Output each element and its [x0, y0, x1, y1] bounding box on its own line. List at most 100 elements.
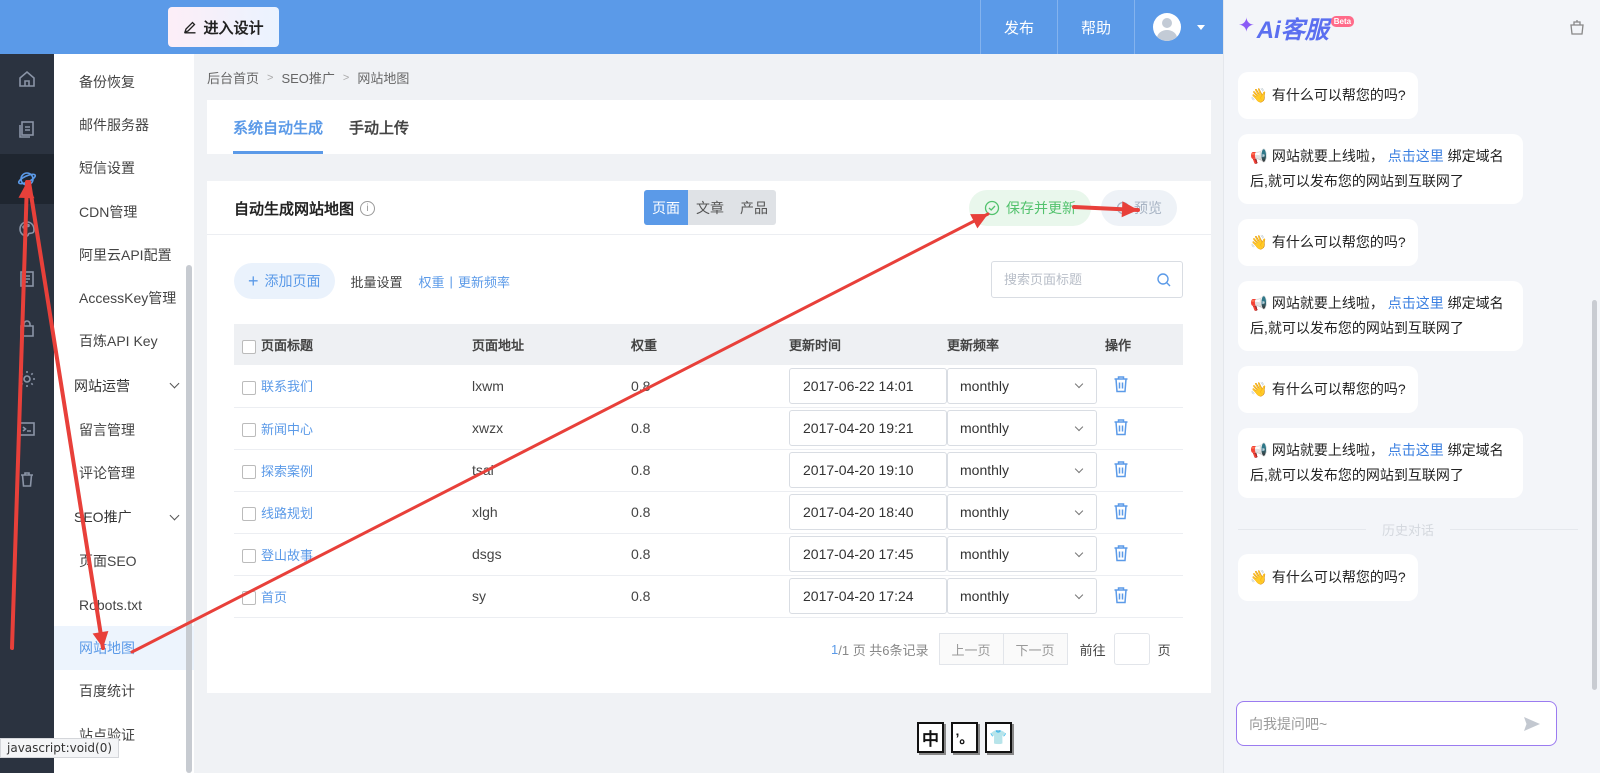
select-all-checkbox[interactable]	[242, 339, 256, 354]
row-checkbox[interactable]	[242, 590, 256, 605]
search-icon[interactable]	[1156, 272, 1172, 288]
user-menu[interactable]	[1134, 0, 1223, 54]
subnav-item-messages[interactable]: 留言管理	[54, 408, 194, 451]
row-checkbox[interactable]	[242, 380, 256, 395]
ime-punctuation-mode[interactable]: ’。	[951, 722, 978, 753]
plus-icon: +	[248, 271, 259, 291]
next-page-button[interactable]: 下一页	[1003, 633, 1068, 665]
subnav-item-backup[interactable]: 备份恢复	[54, 60, 194, 103]
breadcrumb-seo[interactable]: SEO推广	[281, 68, 334, 87]
goto-page-input[interactable]	[1113, 633, 1150, 665]
cell-weight[interactable]: 0.8	[631, 407, 789, 449]
palette-icon[interactable]	[0, 204, 54, 254]
cell-frequency: monthly	[947, 365, 1105, 407]
subnav-item-mail-server[interactable]: 邮件服务器	[54, 103, 194, 146]
info-icon[interactable]: i	[360, 201, 376, 216]
page-title-link[interactable]: 首页	[261, 590, 287, 605]
terminal-icon[interactable]	[0, 404, 54, 454]
update-time-input[interactable]: 2017-06-22 14:01	[789, 367, 947, 404]
segment-articles[interactable]: 文章	[688, 190, 732, 225]
delete-icon[interactable]	[1113, 375, 1129, 393]
add-page-button[interactable]: + 添加页面	[234, 263, 335, 299]
subnav-item-accesskey[interactable]: AccessKey管理	[54, 276, 194, 319]
cell-weight[interactable]: 0.8	[631, 449, 789, 491]
cell-weight[interactable]: 0.8	[631, 575, 789, 617]
search-field[interactable]	[991, 261, 1183, 298]
bind-domain-link[interactable]: 点击这里	[1388, 442, 1444, 458]
ime-chinese-mode[interactable]: 中	[917, 722, 944, 753]
subnav-item-robots[interactable]: Robots.txt	[54, 583, 194, 626]
store-icon[interactable]	[0, 304, 54, 354]
subnav-group-seo[interactable]: SEO推广	[54, 495, 194, 540]
subnav-item-cdn[interactable]: CDN管理	[54, 190, 194, 233]
ime-skin-icon[interactable]: 👕	[985, 722, 1012, 753]
row-checkbox[interactable]	[242, 548, 256, 563]
update-time-input[interactable]: 2017-04-20 17:45	[789, 536, 947, 572]
frequency-select[interactable]: monthly	[947, 367, 1097, 404]
page-title-link[interactable]: 新闻中心	[261, 422, 313, 437]
subnav-item-aliyun-api[interactable]: 阿里云API配置	[54, 233, 194, 276]
frequency-select[interactable]: monthly	[947, 410, 1097, 446]
help-link[interactable]: 帮助	[1056, 0, 1134, 54]
page-title-link[interactable]: 线路规划	[261, 506, 313, 521]
update-time-input[interactable]: 2017-04-20 19:21	[789, 410, 947, 446]
frequency-select[interactable]: monthly	[947, 452, 1097, 488]
subnav-item-sms[interactable]: 短信设置	[54, 147, 194, 190]
chat-scrollbar[interactable]	[1592, 300, 1597, 690]
page-title-link[interactable]: 联系我们	[261, 379, 313, 394]
trash-icon[interactable]	[0, 454, 54, 504]
cell-weight[interactable]: 0.8	[631, 491, 789, 533]
page-title-link[interactable]: 登山故事	[261, 548, 313, 563]
row-checkbox[interactable]	[242, 506, 256, 521]
delete-icon[interactable]	[1113, 586, 1129, 604]
cell-title: 探索案例	[234, 449, 472, 491]
seo-planet-icon[interactable]	[0, 154, 54, 204]
update-time-input[interactable]: 2017-04-20 17:24	[789, 578, 947, 614]
batch-frequency-link[interactable]: 更新频率	[458, 272, 510, 291]
segment-products[interactable]: 产品	[732, 190, 776, 225]
page-title-link[interactable]: 探索案例	[261, 464, 313, 479]
update-time-input[interactable]: 2017-04-20 19:10	[789, 452, 947, 488]
subnav-group-operations[interactable]: 网站运营	[54, 363, 194, 408]
prev-page-button[interactable]: 上一页	[938, 633, 1004, 665]
frequency-select[interactable]: monthly	[947, 536, 1097, 572]
preview-button[interactable]: 预览	[1101, 190, 1177, 226]
chat-input-field[interactable]	[1236, 701, 1557, 746]
delete-icon[interactable]	[1113, 418, 1129, 436]
batch-weight-link[interactable]: 权重	[419, 272, 445, 291]
tab-manual-upload[interactable]: 手动上传	[349, 100, 409, 154]
cell-weight[interactable]: 0.8	[631, 365, 789, 407]
delete-icon[interactable]	[1113, 460, 1129, 478]
cell-weight[interactable]: 0.8	[631, 533, 789, 575]
chat-input[interactable]	[1249, 715, 1499, 732]
publish-link[interactable]: 发布	[979, 0, 1057, 54]
waving-hand-icon: 👋	[1250, 87, 1268, 103]
enter-design-button[interactable]: 进入设计	[168, 7, 279, 47]
subnav-item-bailian-api[interactable]: 百炼API Key	[54, 320, 194, 363]
send-icon[interactable]	[1522, 714, 1542, 734]
bind-domain-link[interactable]: 点击这里	[1388, 148, 1444, 164]
frequency-select[interactable]: monthly	[947, 578, 1097, 614]
row-checkbox[interactable]	[242, 464, 256, 479]
save-and-update-button[interactable]: 保存并更新	[969, 190, 1091, 226]
subnav-item-sitemap[interactable]: 网站地图	[54, 626, 194, 670]
bind-domain-link[interactable]: 点击这里	[1388, 295, 1444, 311]
clear-chat-icon[interactable]	[1568, 18, 1586, 36]
search-input[interactable]	[1004, 272, 1144, 287]
delete-icon[interactable]	[1113, 502, 1129, 520]
home-icon[interactable]	[0, 54, 54, 104]
segment-pages[interactable]: 页面	[644, 190, 688, 225]
breadcrumb-home[interactable]: 后台首页	[207, 68, 259, 87]
subnav-item-comments[interactable]: 评论管理	[54, 451, 194, 494]
delete-icon[interactable]	[1113, 544, 1129, 562]
subnav-item-baidu-stats[interactable]: 百度统计	[54, 670, 194, 713]
subnav-item-page-seo[interactable]: 页面SEO	[54, 540, 194, 583]
tab-auto-generate[interactable]: 系统自动生成	[233, 100, 324, 154]
update-time-input[interactable]: 2017-04-20 18:40	[789, 494, 947, 530]
row-checkbox[interactable]	[242, 422, 256, 437]
subnav-scrollbar[interactable]	[186, 265, 192, 773]
settings-icon[interactable]	[0, 354, 54, 404]
pages-icon[interactable]	[0, 104, 54, 154]
article-icon[interactable]	[0, 254, 54, 304]
frequency-select[interactable]: monthly	[947, 494, 1097, 530]
